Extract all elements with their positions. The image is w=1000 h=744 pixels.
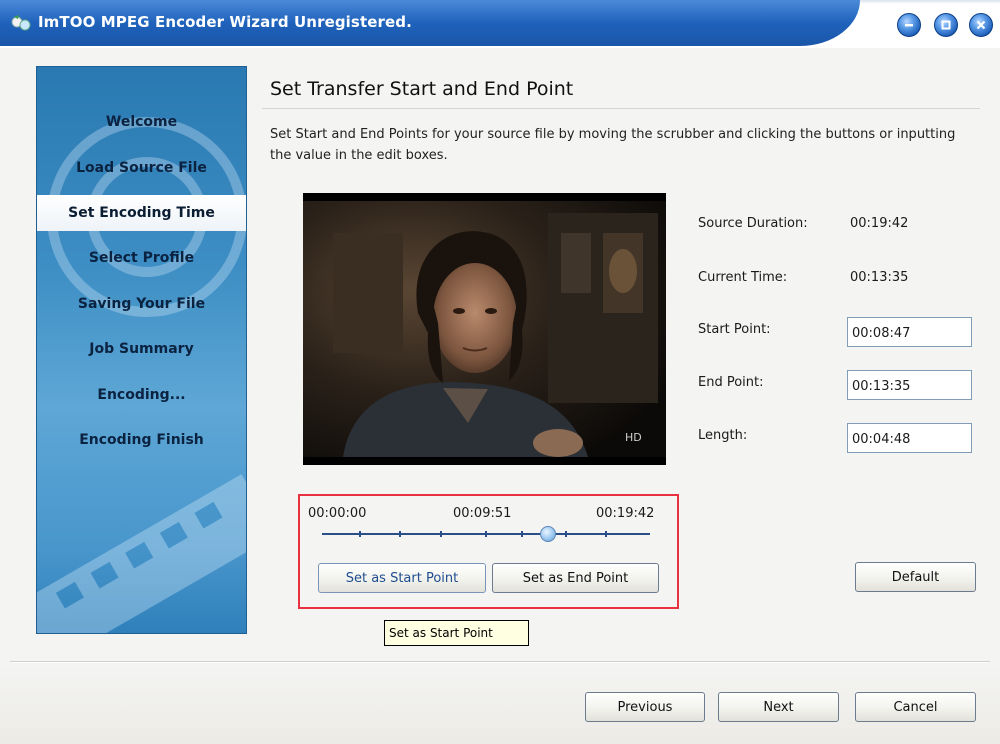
- app-icon: [10, 13, 32, 33]
- source-duration-label: Source Duration:: [698, 216, 808, 231]
- start-point-field[interactable]: 00:08:47: [847, 317, 972, 347]
- video-frame-image: HD: [303, 193, 666, 465]
- current-time-label: Current Time:: [698, 270, 788, 285]
- title-divider: [262, 108, 980, 109]
- cancel-button[interactable]: Cancel: [855, 692, 976, 722]
- set-end-point-button[interactable]: Set as End Point: [492, 563, 659, 593]
- scrubber-tick: [565, 531, 567, 537]
- video-preview: HD: [303, 193, 666, 465]
- close-icon: [976, 20, 986, 30]
- sidebar-item-set-encoding-time[interactable]: Set Encoding Time: [37, 195, 246, 231]
- wizard-window: ImTOO MPEG Encoder Wizard Unregistered.: [0, 0, 1000, 744]
- current-time-value: 00:13:35: [850, 270, 909, 285]
- scrubber-tick: [485, 531, 487, 537]
- default-button[interactable]: Default: [855, 562, 976, 592]
- close-button[interactable]: [969, 13, 993, 37]
- minimize-icon: [905, 24, 913, 27]
- scrubber-tick: [605, 531, 607, 537]
- sidebar-item-encoding-finish[interactable]: Encoding Finish: [37, 422, 246, 458]
- sidebar-item-select-profile[interactable]: Select Profile: [37, 240, 246, 276]
- scrubber-tick: [521, 531, 523, 537]
- previous-button[interactable]: Previous: [585, 692, 705, 722]
- title-bar: ImTOO MPEG Encoder Wizard Unregistered.: [0, 0, 1000, 48]
- scrubber-tick: [440, 531, 442, 537]
- sidebar-item-saving-your-file[interactable]: Saving Your File: [37, 286, 246, 322]
- maximize-icon: [941, 20, 951, 30]
- set-start-point-button[interactable]: Set as Start Point: [318, 563, 486, 593]
- length-label: Length:: [698, 428, 748, 443]
- scrubber-end-time: 00:19:42: [596, 506, 655, 521]
- end-point-field[interactable]: 00:13:35: [847, 370, 972, 400]
- scrubber-tick: [399, 531, 401, 537]
- page-title: Set Transfer Start and End Point: [270, 78, 574, 100]
- sidebar-item-load-source-file[interactable]: Load Source File: [37, 150, 246, 186]
- page-description: Set Start and End Points for your source…: [270, 127, 956, 163]
- sidebar-item-welcome[interactable]: Welcome: [37, 104, 246, 140]
- wizard-steps-sidebar: Welcome Load Source File Set Encoding Ti…: [36, 66, 247, 634]
- video-watermark: HD: [625, 431, 642, 444]
- next-button[interactable]: Next: [718, 692, 839, 722]
- maximize-button[interactable]: [934, 13, 958, 37]
- footer-bar: [0, 664, 1000, 744]
- end-point-label: End Point:: [698, 375, 764, 390]
- scrubber-tick: [359, 531, 361, 537]
- sidebar-item-encoding[interactable]: Encoding...: [37, 377, 246, 413]
- start-point-label: Start Point:: [698, 322, 771, 337]
- minimize-button[interactable]: [897, 13, 921, 37]
- window-title: ImTOO MPEG Encoder Wizard Unregistered.: [38, 13, 412, 31]
- length-field[interactable]: 00:04:48: [847, 423, 972, 453]
- tooltip: Set as Start Point: [384, 620, 529, 646]
- source-duration-value: 00:19:42: [850, 216, 909, 231]
- scrubber-mid-time: 00:09:51: [453, 506, 512, 521]
- sidebar-item-job-summary[interactable]: Job Summary: [37, 331, 246, 367]
- scrubber-start-time: 00:00:00: [308, 506, 367, 521]
